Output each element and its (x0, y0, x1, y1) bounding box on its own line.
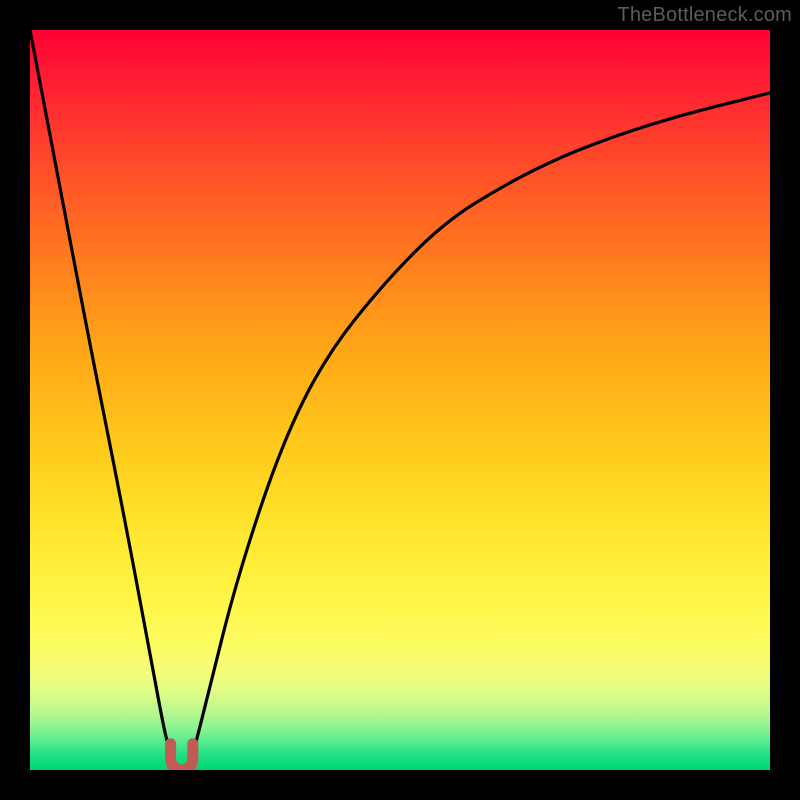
chart-frame: TheBottleneck.com (0, 0, 800, 800)
bottleneck-curve (30, 30, 770, 770)
plot-area (30, 30, 770, 770)
optimal-point-marker (171, 744, 193, 770)
watermark-text: TheBottleneck.com (617, 4, 792, 27)
curve-layer (30, 30, 770, 770)
